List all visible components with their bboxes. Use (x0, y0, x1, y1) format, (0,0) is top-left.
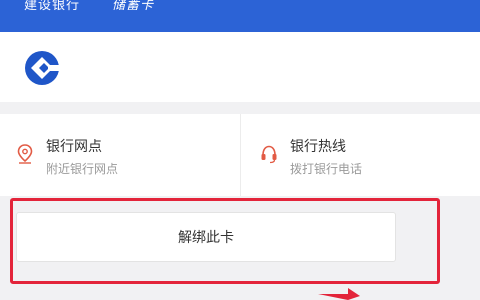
service-bank-branches[interactable]: 银行网点 附近银行网点 (0, 114, 241, 196)
arrow-icon (318, 288, 360, 300)
service-title: 银行网点 (46, 139, 102, 155)
unbind-card-button[interactable]: 解绑此卡 (16, 212, 396, 262)
location-pin-icon (17, 144, 33, 164)
headset-icon (261, 145, 277, 164)
service-subtitle: 拨打银行电话 (290, 162, 363, 176)
service-panel: 银行网点 附近银行网点 银行热线 拨打银行电话 (0, 114, 480, 196)
ccb-logo-icon (25, 51, 62, 85)
unbind-card-label: 解绑此卡 (178, 230, 234, 246)
service-subtitle: 附近银行网点 (46, 162, 119, 176)
service-bank-hotline[interactable]: 银行热线 拨打银行电话 (240, 114, 480, 196)
card-header (0, 32, 480, 102)
bank-name-label: 建设银行 (24, 0, 81, 13)
card-type-label: 储蓄卡 (112, 0, 155, 13)
top-bar: 建设银行 储蓄卡 (0, 0, 480, 32)
service-title: 银行热线 (290, 139, 346, 155)
